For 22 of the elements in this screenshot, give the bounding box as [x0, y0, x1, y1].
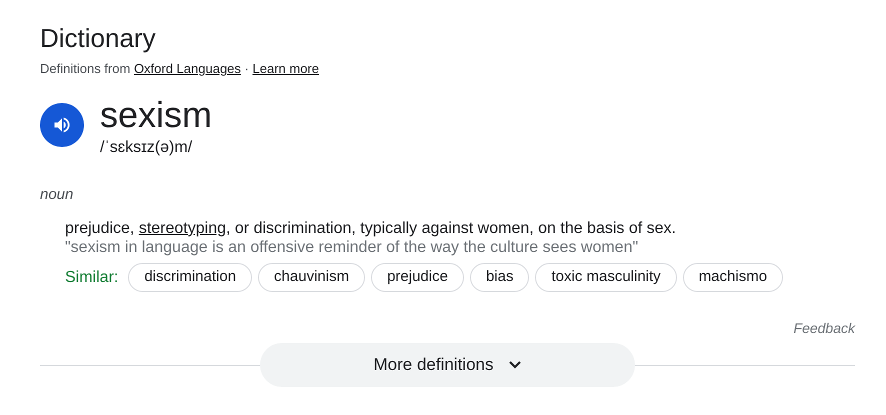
synonym-chip[interactable]: discrimination — [128, 263, 252, 292]
source-link[interactable]: Oxford Languages — [134, 61, 241, 76]
chevron-down-icon — [508, 360, 522, 370]
speaker-icon — [52, 115, 72, 135]
source-line: Definitions from Oxford Languages · Learn more — [40, 60, 320, 78]
pronunciation: /ˈsɛksɪz(ə)m/ — [100, 138, 194, 158]
part-of-speech: noun — [40, 185, 74, 205]
synonym-chip[interactable]: bias — [470, 263, 530, 292]
play-pronunciation-button[interactable] — [40, 103, 84, 147]
more-definitions-button[interactable]: More definitions — [260, 343, 635, 387]
learn-more-link[interactable]: Learn more — [252, 61, 319, 76]
feedback-link[interactable]: Feedback — [794, 318, 855, 339]
example-sentence: "sexism in language is an offensive reminder of the way the culture sees women" — [65, 238, 640, 257]
synonym-chip[interactable]: toxic masculinity — [535, 263, 677, 292]
similar-label: Similar: — [65, 268, 118, 288]
synonym-chip[interactable]: prejudice — [371, 263, 464, 292]
synonym-chip[interactable]: machismo — [682, 263, 784, 292]
headword: sexism — [100, 95, 212, 135]
stereotyping-link[interactable]: stereotyping — [138, 220, 226, 237]
section-title: Dictionary — [40, 22, 157, 55]
definition-text: prejudice, stereotyping, or discrimination, typically against women, on the basis of sex. — [65, 219, 677, 238]
synonym-chip[interactable]: chauvinism — [258, 263, 366, 292]
